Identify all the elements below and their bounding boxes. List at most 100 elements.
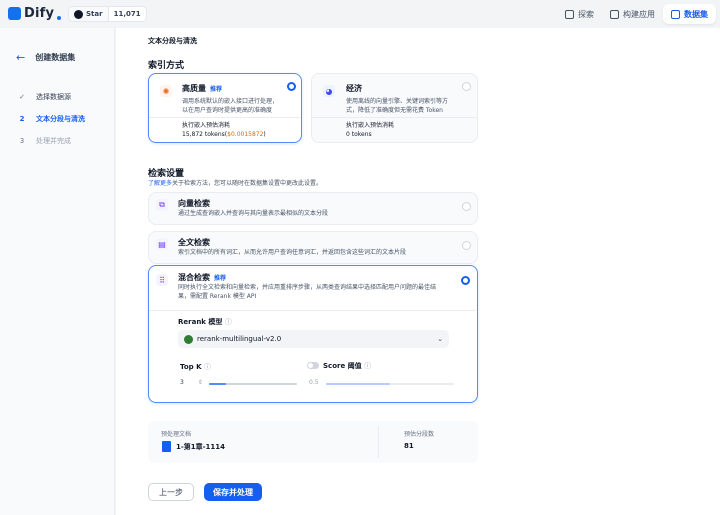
- recommended-badge: 推荐: [210, 86, 223, 93]
- dify-logo[interactable]: Dify: [8, 6, 62, 21]
- retrieval-sub-text: 关于检索方法，您可以随时在数据集设置中更改此设置。: [172, 180, 323, 187]
- logo-dot-icon: [57, 15, 62, 20]
- chevron-down-icon: ⌄: [437, 335, 443, 343]
- preview-divider: [378, 426, 379, 458]
- index-mode-heading: 索引方式: [148, 61, 185, 71]
- hybrid-desc-line1: 同时执行全文检索和向量检索，并应用重排序步骤，从两类查询结果中选择匹配用户问题的…: [178, 284, 437, 291]
- section-title: 文本分段与清洗: [148, 37, 197, 45]
- retrieval-hybrid-card[interactable]: ⠿ 混合检索 推荐 同时执行全文检索和向量检索，并应用重排序步骤，从两类查询结果中…: [148, 265, 478, 403]
- database-icon: [671, 9, 680, 19]
- vector-radio[interactable]: [462, 202, 471, 211]
- hybrid-search-icon: ⠿: [156, 274, 168, 286]
- hybrid-title-text: 混合检索: [178, 273, 210, 282]
- logo-text: Dify: [24, 6, 55, 21]
- fulltext-title: 全文检索: [178, 238, 210, 247]
- learn-more-link[interactable]: 了解更多: [148, 180, 172, 187]
- save-and-process-button[interactable]: 保存并处理: [204, 483, 262, 501]
- retrieval-vector-card[interactable]: ⧉ 向量检索 通过生成查询嵌入并查询与其向量表示最相似的文本分段: [148, 192, 478, 225]
- preview-doc-label: 预处理文档: [161, 431, 192, 438]
- rerank-label-text: Rerank 模型: [178, 318, 223, 326]
- github-star-count: 11,071: [113, 10, 141, 18]
- preview-summary: 预处理文档 1-第1章-1114 预估分段数 81: [148, 421, 478, 463]
- high-quality-desc-line2: 以在用户查询时提供更高的准确度: [182, 107, 273, 114]
- score-threshold-slider-fill: [326, 383, 390, 385]
- index-high-quality-card[interactable]: ✺ 高质量 推荐 调用系统默认的嵌入接口进行处理， 以在用户查询时提供更高的准确度…: [148, 73, 302, 143]
- hybrid-radio[interactable]: [461, 276, 470, 285]
- github-star-button[interactable]: Star 11,071: [68, 6, 147, 22]
- card-divider: [312, 117, 477, 118]
- rerank-label: Rerank 模型 ⓘ: [178, 317, 232, 327]
- nav-build-label: 构建应用: [623, 9, 655, 19]
- token-count: 0 tokens: [346, 131, 372, 138]
- card-divider: [149, 117, 300, 118]
- vector-search-icon: ⧉: [156, 199, 168, 211]
- grid-icon: [565, 9, 574, 19]
- help-icon[interactable]: ⓘ: [225, 318, 232, 326]
- high-quality-radio[interactable]: [287, 82, 296, 91]
- preview-seg-value: 81: [404, 442, 414, 450]
- github-icon: [74, 9, 83, 19]
- score-threshold-toggle[interactable]: [307, 362, 319, 369]
- topk-input[interactable]: 3 ⇕: [180, 379, 203, 386]
- step-check-icon: ✓: [19, 93, 25, 101]
- economy-radio[interactable]: [462, 82, 471, 91]
- vector-desc: 通过生成查询嵌入并查询与其向量表示最相似的文本分段: [178, 210, 329, 217]
- stepper-icon[interactable]: ⇕: [198, 379, 203, 386]
- token-price: $0.0015872: [227, 131, 264, 138]
- recommended-badge: 推荐: [214, 275, 227, 282]
- retrieval-settings-subtitle: 了解更多关于检索方法，您可以随时在数据集设置中更改此设置。: [148, 178, 322, 187]
- nav-explore-label: 探索: [578, 9, 594, 19]
- step-label: 处理并完成: [36, 137, 71, 145]
- topk-label: Top K ⓘ: [180, 362, 211, 372]
- create-dataset-sidebar: ← 创建数据集 ✓ 选择数据源 2 文本分段与清洗 3 处理并完成: [0, 28, 115, 515]
- rerank-model-value: rerank-multilingual-v2.0: [197, 335, 282, 343]
- topk-slider-fill: [209, 383, 226, 385]
- economy-cost: 执行嵌入预估消耗 0 tokens: [346, 121, 394, 139]
- card-divider: [149, 310, 476, 311]
- arrow-left-icon: ←: [16, 51, 26, 64]
- rerank-model-select[interactable]: rerank-multilingual-v2.0 ⌄: [178, 330, 449, 348]
- topk-label-text: Top K: [180, 363, 202, 371]
- index-economy-card[interactable]: ◕ 经济 使用离线的向量引擎、关键词索引等方 式，降低了准确度但无需花费 Tok…: [311, 73, 478, 143]
- main-content: 文本分段与清洗 索引方式 ✺ 高质量 推荐 调用系统默认的嵌入接口进行处理， 以在…: [116, 28, 720, 515]
- hybrid-desc: 同时执行全文检索和向量检索，并应用重排序步骤，从两类查询结果中选择匹配用户问题的…: [178, 283, 436, 301]
- cost-label: 执行嵌入预估消耗: [182, 122, 231, 129]
- document-search-icon: ▤: [156, 238, 168, 250]
- top-bar: Dify Star 11,071 探索 构建应用 数据集: [0, 0, 720, 28]
- high-quality-title-text: 高质量: [182, 84, 206, 93]
- sun-icon: ✺: [160, 85, 172, 97]
- economy-desc: 使用离线的向量引擎、关键词索引等方 式，降低了准确度但无需花费 Token: [346, 97, 448, 115]
- nav-explore[interactable]: 探索: [557, 4, 602, 24]
- step-label: 文本分段与清洗: [36, 115, 85, 123]
- logo-mark-icon: [8, 7, 21, 20]
- score-threshold-label: Score 阈值 ⓘ: [323, 361, 371, 371]
- step-select-source[interactable]: ✓ 选择数据源: [18, 92, 71, 102]
- main-nav: 探索 构建应用 数据集: [557, 4, 720, 24]
- nav-build-apps[interactable]: 构建应用: [602, 4, 663, 24]
- help-icon[interactable]: ⓘ: [204, 363, 211, 371]
- economy-desc-line1: 使用离线的向量引擎、关键词索引等方: [346, 98, 449, 105]
- token-count: 15,872 tokens(: [182, 131, 228, 138]
- help-icon[interactable]: ⓘ: [364, 362, 371, 370]
- retrieval-fulltext-card[interactable]: ▤ 全文检索 索引文档中的所有词汇，从而允许用户查询任意词汇，并返回包含这些词汇…: [148, 231, 478, 264]
- back-to-datasets[interactable]: ← 创建数据集: [16, 52, 75, 63]
- step-label: 选择数据源: [36, 93, 71, 101]
- score-label-text: Score 阈值: [323, 362, 362, 370]
- score-threshold-input[interactable]: 0.5: [309, 379, 319, 386]
- preview-seg-label: 预估分段数: [404, 431, 435, 438]
- previous-step-button[interactable]: 上一步: [148, 483, 194, 501]
- fulltext-desc: 索引文档中的所有词汇，从而允许用户查询任意词汇，并返回包含这些词汇的文本片段: [178, 249, 407, 256]
- cost-label: 执行嵌入预估消耗: [346, 122, 395, 129]
- fulltext-radio[interactable]: [462, 241, 471, 250]
- hybrid-title: 混合检索 推荐: [178, 272, 226, 283]
- cube-icon: [610, 9, 619, 19]
- sidebar-title: 创建数据集: [35, 53, 76, 62]
- nav-datasets[interactable]: 数据集: [663, 4, 716, 24]
- high-quality-title: 高质量 推荐: [182, 83, 222, 94]
- high-quality-cost: 执行嵌入预估消耗 15,872 tokens($0.0015872): [182, 121, 266, 139]
- step-segmentation[interactable]: 2 文本分段与清洗: [18, 114, 85, 124]
- document-icon: [162, 441, 171, 452]
- piggy-bank-icon: ◕: [323, 85, 335, 97]
- high-quality-desc: 调用系统默认的嵌入接口进行处理， 以在用户查询时提供更高的准确度: [182, 97, 278, 115]
- step-number: 3: [19, 137, 25, 145]
